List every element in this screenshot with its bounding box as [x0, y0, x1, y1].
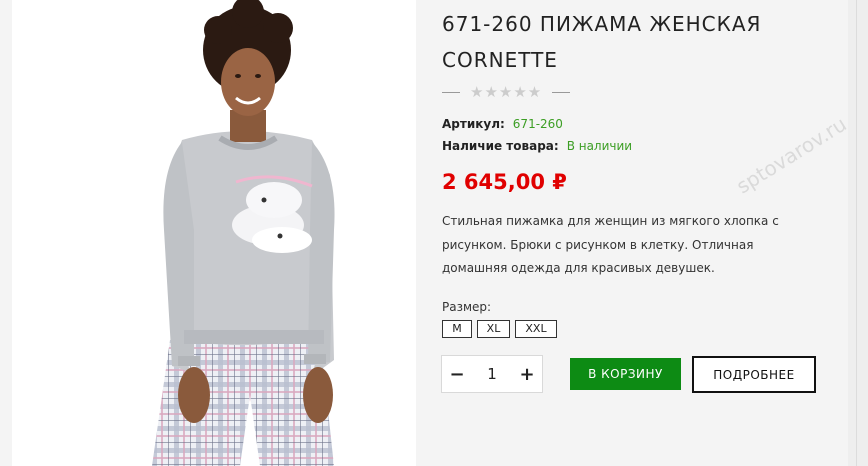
quantity-input[interactable]: 1	[472, 365, 512, 383]
size-label: Размер:	[442, 300, 492, 314]
quantity-stepper: − 1 +	[441, 355, 543, 393]
add-to-cart-button[interactable]: В КОРЗИНУ	[570, 358, 681, 390]
product-rating[interactable]: ★★★★★	[442, 82, 571, 102]
product-title: 671-260 ПИЖАМА ЖЕНСКАЯ CORNETTE	[442, 12, 762, 72]
size-option-m[interactable]: M	[442, 320, 472, 338]
sku-row: Артикул: 671-260	[442, 116, 563, 132]
size-option-xxl[interactable]: XXL	[515, 320, 557, 338]
rating-stars-icon[interactable]: ★★★★★	[470, 83, 542, 101]
details-button[interactable]: ПОДРОБНЕЕ	[692, 356, 816, 393]
sku-value: 671-260	[512, 117, 563, 131]
availability-value: В наличии	[566, 139, 633, 153]
product-photo[interactable]	[12, 0, 416, 466]
rating-divider-left	[442, 91, 460, 93]
quantity-increase-button[interactable]: +	[512, 364, 542, 385]
availability-label: Наличие товара:	[442, 139, 559, 153]
woman-in-pajamas-image	[152, 0, 335, 466]
sku-label: Артикул:	[442, 117, 505, 131]
watermark-text: sptovarov.ru	[732, 111, 851, 199]
size-selector: M XL XXL	[442, 320, 557, 338]
page-scroll-edge	[848, 0, 868, 466]
product-description: Стильная пижамка для женщин из мягкого х…	[442, 214, 779, 275]
quantity-decrease-button[interactable]: −	[442, 364, 472, 385]
product-price: 2 645,00 ₽	[442, 170, 567, 194]
size-option-xl[interactable]: XL	[477, 320, 510, 338]
availability-row: Наличие товара: В наличии	[442, 138, 632, 154]
rating-divider-right	[552, 91, 571, 93]
